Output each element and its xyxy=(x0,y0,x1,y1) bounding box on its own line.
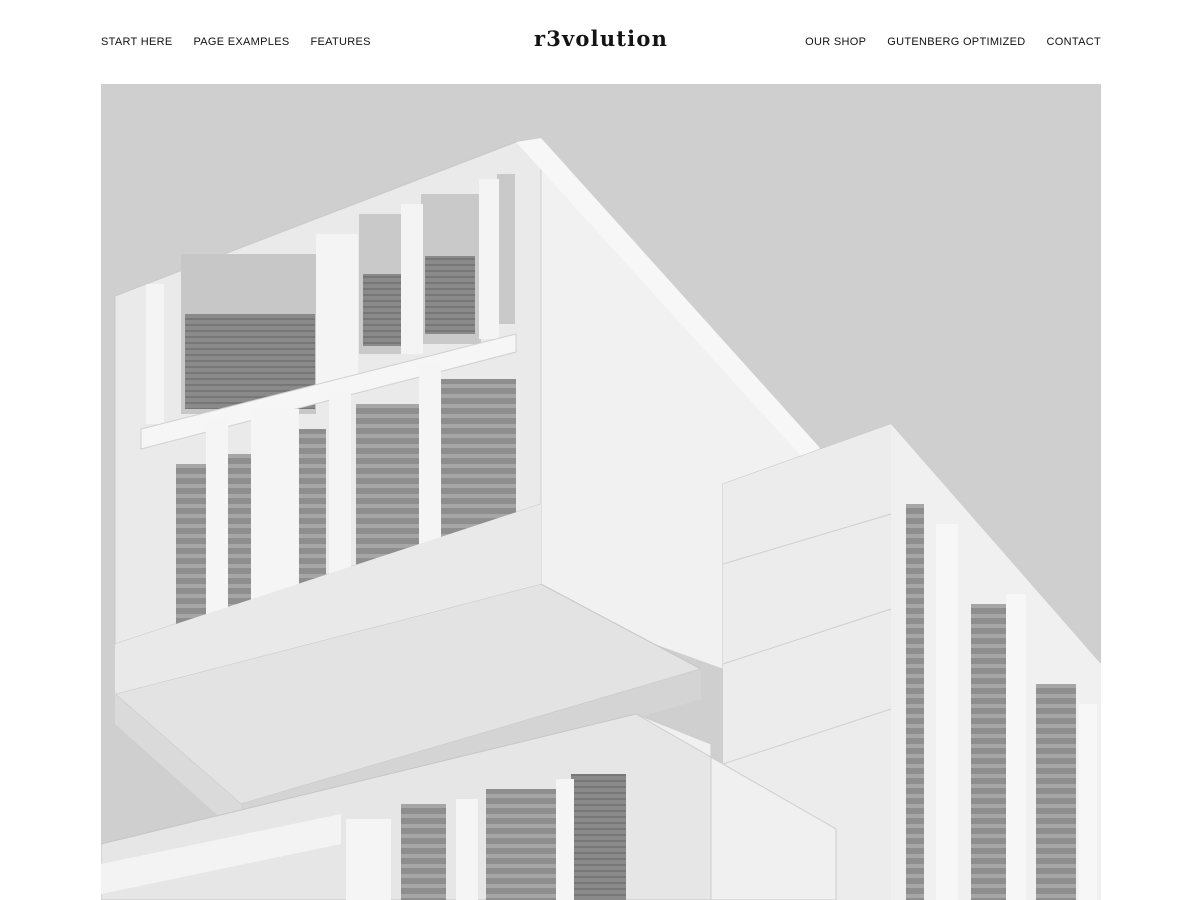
primary-nav-right: OUR SHOP GUTENBERG OPTIMIZED CONTACT xyxy=(805,36,1101,48)
building-illustration xyxy=(101,84,1101,900)
nav-contact[interactable]: CONTACT xyxy=(1047,36,1101,48)
nav-page-examples[interactable]: PAGE EXAMPLES xyxy=(193,36,289,48)
site-header: START HERE PAGE EXAMPLES FEATURES r3volu… xyxy=(101,0,1101,84)
nav-features[interactable]: FEATURES xyxy=(310,36,370,48)
nav-start-here[interactable]: START HERE xyxy=(101,36,172,48)
nav-our-shop[interactable]: OUR SHOP xyxy=(805,36,866,48)
primary-nav-left: START HERE PAGE EXAMPLES FEATURES xyxy=(101,36,371,48)
nav-gutenberg-optimized[interactable]: GUTENBERG OPTIMIZED xyxy=(887,36,1025,48)
hero-image xyxy=(101,84,1101,900)
site-logo[interactable]: r3volution xyxy=(534,26,668,51)
